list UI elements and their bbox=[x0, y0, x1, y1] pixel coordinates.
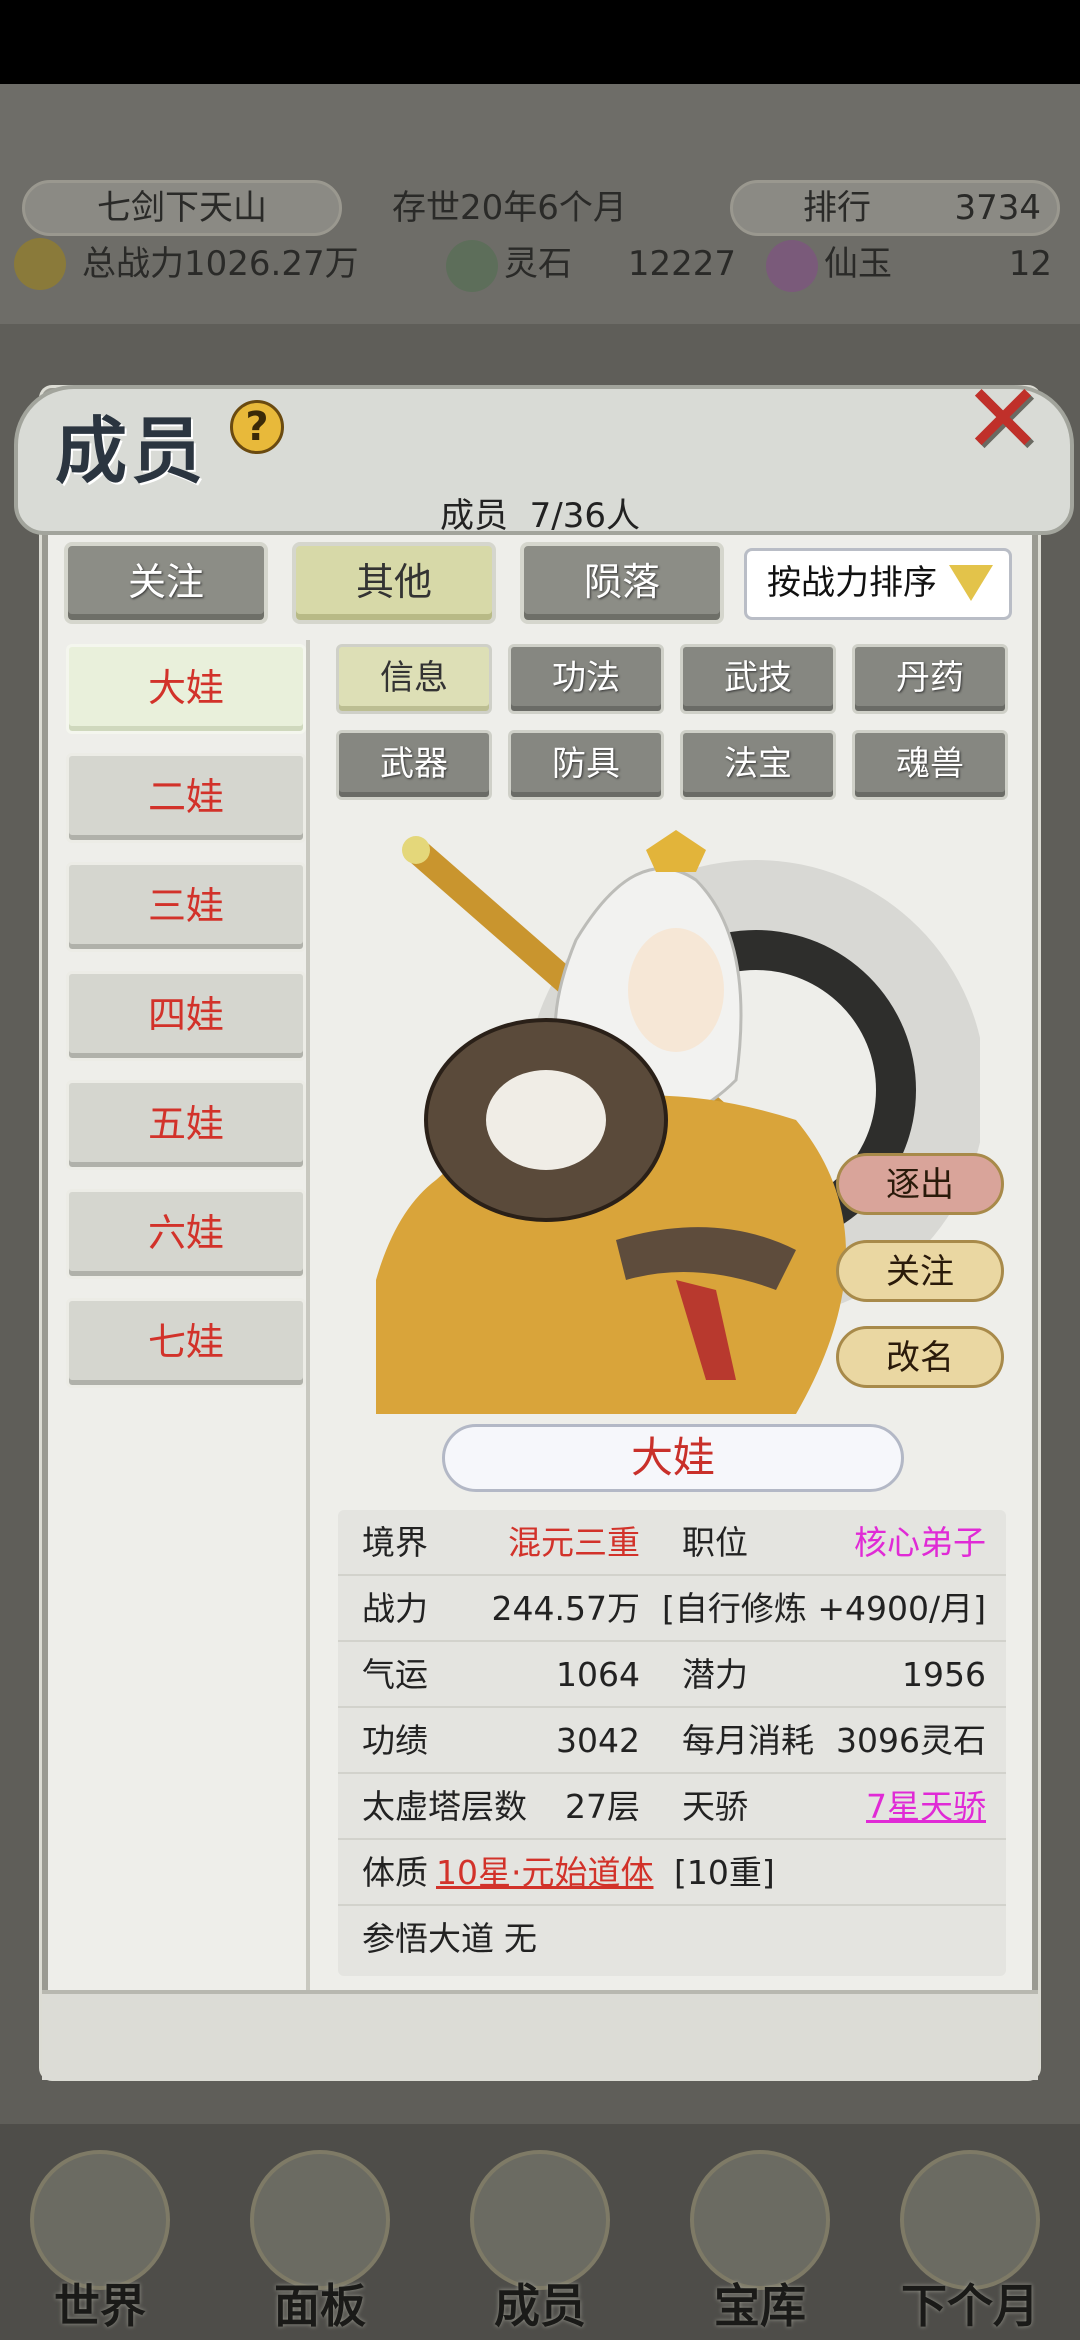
member-count-label: 成员 bbox=[440, 496, 508, 536]
panel-icon bbox=[250, 2150, 390, 2290]
nav-next-month[interactable]: 下个月 bbox=[870, 2150, 1070, 2340]
member-item-sanwa[interactable]: 三娃 bbox=[66, 862, 306, 952]
modal-title: 成员 bbox=[55, 408, 208, 493]
expel-button[interactable]: 逐出 bbox=[836, 1153, 1004, 1215]
member-item-dawa[interactable]: 大娃 bbox=[66, 644, 306, 734]
stats-row-power: 战力 244.57万 [自行修炼 +4900/月] bbox=[338, 1576, 1006, 1642]
subtab-artifact[interactable]: 法宝 bbox=[680, 730, 836, 800]
subtab-weapon[interactable]: 武器 bbox=[336, 730, 492, 800]
member-item-qiwa[interactable]: 七娃 bbox=[66, 1298, 306, 1388]
treasury-icon bbox=[690, 2150, 830, 2290]
member-item-siwa[interactable]: 四娃 bbox=[66, 971, 306, 1061]
realm-label: 境界 bbox=[362, 1523, 428, 1562]
stats-row-merit: 功绩 3042 每月消耗 3096灵石 bbox=[338, 1708, 1006, 1774]
talent-link[interactable]: 7星天骄 bbox=[818, 1774, 986, 1840]
stats-row-realm: 境界 混元三重 职位 核心弟子 bbox=[338, 1510, 1006, 1576]
subtab-martial[interactable]: 武技 bbox=[680, 644, 836, 714]
rank-pill[interactable]: 排行 3734 bbox=[730, 180, 1060, 236]
stats-row-tower: 太虚塔层数 27层 天骄 7星天骄 bbox=[338, 1774, 1006, 1840]
subtab-armor[interactable]: 防具 bbox=[508, 730, 664, 800]
tab-fallen[interactable]: 陨落 bbox=[520, 542, 724, 624]
potential-value: 1956 bbox=[902, 1655, 986, 1694]
character-portrait bbox=[376, 820, 980, 1414]
luck-value: 1064 bbox=[556, 1655, 640, 1694]
sort-label: 按战力排序 bbox=[767, 563, 937, 603]
member-item-erwa[interactable]: 二娃 bbox=[66, 753, 306, 843]
realm-value: 混元三重 bbox=[508, 1523, 640, 1562]
close-icon[interactable]: ✕ bbox=[958, 371, 1048, 467]
follow-button[interactable]: 关注 bbox=[836, 1240, 1004, 1302]
merit-label: 功绩 bbox=[362, 1721, 428, 1760]
merit-value: 3042 bbox=[556, 1721, 640, 1760]
tower-label: 太虚塔层数 bbox=[362, 1787, 527, 1826]
spirit-stone-label: 灵石 bbox=[504, 244, 572, 284]
stats-row-physique: 体质 10星·元始道体 [10重] bbox=[338, 1840, 1006, 1906]
help-icon[interactable]: ? bbox=[230, 400, 284, 454]
power-label: 战力 bbox=[362, 1589, 428, 1628]
subtab-technique[interactable]: 功法 bbox=[508, 644, 664, 714]
talent-label: 天骄 bbox=[682, 1787, 748, 1826]
tower-value: 27层 bbox=[565, 1787, 640, 1826]
position-label: 职位 bbox=[682, 1523, 748, 1562]
member-item-wuwa[interactable]: 五娃 bbox=[66, 1080, 306, 1170]
nav-members-label: 成员 bbox=[494, 2279, 586, 2333]
member-item-liuwa[interactable]: 六娃 bbox=[66, 1189, 306, 1279]
jade-label: 仙玉 bbox=[824, 244, 892, 284]
power-icon bbox=[14, 238, 66, 290]
stats-row-luck: 气运 1064 潜力 1956 bbox=[338, 1642, 1006, 1708]
next-month-icon bbox=[900, 2150, 1040, 2290]
sect-age: 存世20年6个月 bbox=[392, 188, 627, 228]
potential-label: 潜力 bbox=[682, 1655, 748, 1694]
subtab-pills[interactable]: 丹药 bbox=[852, 644, 1008, 714]
nav-treasury[interactable]: 宝库 bbox=[660, 2150, 860, 2340]
nav-panel[interactable]: 面板 bbox=[220, 2150, 420, 2340]
chevron-down-icon bbox=[949, 565, 993, 601]
physique-level: [10重] bbox=[674, 1853, 775, 1892]
stats-table: 境界 混元三重 职位 核心弟子 战力 244.57万 [自行修炼 +4900/月… bbox=[338, 1510, 1006, 1976]
subtab-beast[interactable]: 魂兽 bbox=[852, 730, 1008, 800]
rank-label: 排行 bbox=[803, 188, 871, 228]
total-power: 总战力1026.27万 bbox=[82, 244, 359, 284]
jade-icon bbox=[766, 240, 818, 292]
dao-label: 参悟大道 bbox=[362, 1919, 494, 1958]
stats-row-dao: 参悟大道 无 bbox=[338, 1906, 1006, 1972]
character-name: 大娃 bbox=[442, 1424, 904, 1492]
game-header: 七剑下天山 存世20年6个月 排行 3734 总战力1026.27万 灵石 12… bbox=[0, 84, 1080, 324]
jade-value: 12 bbox=[1008, 244, 1052, 284]
nav-world[interactable]: 世界 bbox=[0, 2150, 200, 2340]
position-value: 核心弟子 bbox=[854, 1523, 986, 1562]
members-icon bbox=[470, 2150, 610, 2290]
cultivation-text: [自行修炼 +4900/月] bbox=[662, 1589, 986, 1628]
member-count: 成员 7/36人 bbox=[0, 488, 1080, 537]
spirit-stone-value: 12227 bbox=[627, 244, 736, 284]
power-value: 244.57万 bbox=[491, 1589, 640, 1628]
rank-value: 3734 bbox=[954, 188, 1041, 228]
nav-panel-label: 面板 bbox=[274, 2279, 366, 2333]
dao-value: 无 bbox=[504, 1919, 537, 1958]
monthly-cost-value: 3096灵石 bbox=[836, 1721, 986, 1760]
spirit-stone-icon bbox=[446, 240, 498, 292]
status-bar bbox=[0, 0, 1080, 84]
monthly-cost-label: 每月消耗 bbox=[682, 1721, 814, 1760]
nav-treasury-label: 宝库 bbox=[714, 2279, 806, 2333]
sect-name: 七剑下天山 bbox=[22, 180, 342, 236]
nav-members[interactable]: 成员 bbox=[440, 2150, 640, 2340]
luck-label: 气运 bbox=[362, 1655, 428, 1694]
tab-other[interactable]: 其他 bbox=[292, 542, 496, 624]
subtab-info[interactable]: 信息 bbox=[336, 644, 492, 714]
nav-world-label: 世界 bbox=[54, 2279, 146, 2333]
tab-follow[interactable]: 关注 bbox=[64, 542, 268, 624]
physique-label: 体质 bbox=[362, 1853, 428, 1892]
rename-button[interactable]: 改名 bbox=[836, 1326, 1004, 1388]
modal-footer-decoration bbox=[42, 1990, 1038, 2080]
nav-next-month-label: 下个月 bbox=[901, 2279, 1039, 2333]
world-icon bbox=[30, 2150, 170, 2290]
sort-dropdown[interactable]: 按战力排序 bbox=[744, 548, 1012, 620]
physique-link[interactable]: 10星·元始道体 bbox=[436, 1840, 653, 1906]
member-count-value: 7/36人 bbox=[529, 496, 640, 536]
